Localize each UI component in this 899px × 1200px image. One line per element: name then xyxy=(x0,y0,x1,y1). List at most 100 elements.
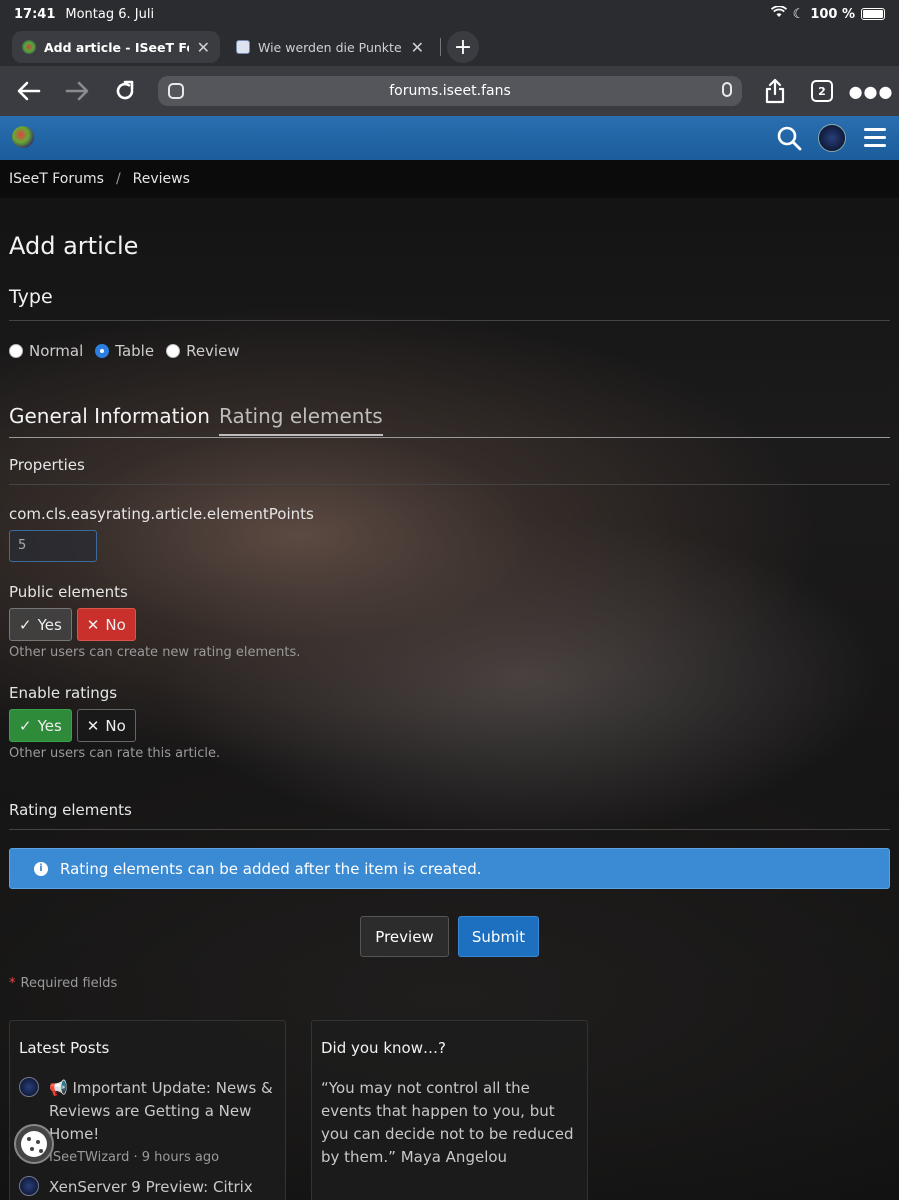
radio-button[interactable] xyxy=(95,344,110,358)
avatar[interactable] xyxy=(19,1077,39,1097)
button-label: No xyxy=(105,716,126,735)
public-elements-toggle: ✓ Yes ✕ No xyxy=(9,608,136,641)
status-date: Montag 6. Juli xyxy=(65,6,155,22)
browser-tab-strip: Add article - ISeeT Foru ✕ Wie werden di… xyxy=(0,28,899,66)
browser-tab-2[interactable]: Wie werden die Punkte ✕ xyxy=(226,31,434,63)
type-option-normal[interactable]: Normal xyxy=(9,342,83,360)
widget-title: Latest Posts xyxy=(19,1039,110,1057)
plus-icon: + xyxy=(453,34,473,60)
cookie-consent-button[interactable] xyxy=(14,1124,54,1164)
list-item[interactable]: 📢 Important Update: News & Reviews are G… xyxy=(19,1077,279,1169)
post-title[interactable]: XenServer 9 Preview: Citrix xyxy=(49,1176,279,1199)
reload-button[interactable] xyxy=(110,76,140,106)
microphone-icon[interactable] xyxy=(722,82,732,97)
rating-elements-header: Rating elements xyxy=(9,801,132,819)
quote-text: “You may not control all the events that… xyxy=(321,1079,574,1166)
list-item[interactable]: XenServer 9 Preview: Citrix xyxy=(19,1176,279,1199)
public-elements-label: Public elements xyxy=(9,583,128,601)
post-title[interactable]: 📢 Important Update: News & Reviews are G… xyxy=(49,1077,279,1146)
status-time: 17:41 xyxy=(14,6,56,22)
search-icon xyxy=(777,126,802,151)
site-favicon-icon xyxy=(22,40,36,54)
close-icon: ✕ xyxy=(86,716,100,735)
more-button[interactable]: ●●● xyxy=(849,76,893,106)
public-elements-hint: Other users can create new rating elemen… xyxy=(9,645,301,660)
user-avatar[interactable] xyxy=(818,124,846,152)
radio-label: Normal xyxy=(29,342,84,360)
button-label: Yes xyxy=(37,716,62,735)
enable-ratings-label: Enable ratings xyxy=(9,684,118,702)
tab-overview-button[interactable]: 2 xyxy=(811,80,833,102)
address-bar[interactable]: forums.iseet.fans xyxy=(158,76,742,106)
forward-button[interactable] xyxy=(62,76,92,106)
moon-icon: ☾ xyxy=(792,6,805,22)
required-text: Required fields xyxy=(20,976,118,991)
radio-label: Table xyxy=(115,342,155,360)
search-button[interactable] xyxy=(776,125,802,151)
battery-icon xyxy=(861,8,885,20)
info-icon: i xyxy=(34,861,48,876)
radio-button[interactable] xyxy=(166,344,181,358)
browser-tab-title: Wie werden die Punkte xyxy=(258,39,402,55)
page-title: Add article xyxy=(9,232,139,260)
enable-ratings-yes-button[interactable]: ✓ Yes xyxy=(9,709,72,742)
new-tab-button[interactable]: + xyxy=(447,31,479,63)
submit-button[interactable]: Submit xyxy=(458,916,539,957)
enable-ratings-hint: Other users can rate this article. xyxy=(9,746,221,761)
breadcrumb-forums[interactable]: ISeeT Forums xyxy=(9,171,104,187)
battery-percent: 100 % xyxy=(810,6,855,22)
tab-divider xyxy=(440,38,441,56)
button-label: No xyxy=(105,615,126,634)
public-elements-yes-button[interactable]: ✓ Yes xyxy=(9,608,72,641)
enable-ratings-no-button[interactable]: ✕ No xyxy=(76,709,136,742)
tab-general-information[interactable]: General Information xyxy=(9,404,210,428)
element-points-input[interactable]: 5 xyxy=(9,530,97,562)
site-logo[interactable] xyxy=(12,126,34,148)
status-right: ☾ 100 % xyxy=(770,5,885,22)
hamburger-menu-icon[interactable] xyxy=(864,128,886,148)
close-tab-icon[interactable]: ✕ xyxy=(197,38,210,57)
info-message: i Rating elements can be added after the… xyxy=(9,848,890,889)
page-settings-icon[interactable] xyxy=(168,83,184,99)
type-option-review[interactable]: Review xyxy=(166,342,240,360)
post-author[interactable]: ISeeTWizard xyxy=(49,1150,129,1165)
back-button[interactable] xyxy=(14,76,44,106)
cookie-icon xyxy=(21,1131,47,1157)
required-fields-note: * Required fields xyxy=(9,976,117,991)
browser-tab-title: Add article - ISeeT Foru xyxy=(44,39,189,55)
properties-header: Properties xyxy=(9,456,85,474)
browser-tab-1[interactable]: Add article - ISeeT Foru ✕ xyxy=(12,31,220,63)
did-you-know-widget: Did you know…? “You may not control all … xyxy=(311,1020,588,1200)
tab-rating-elements[interactable]: Rating elements xyxy=(219,404,383,436)
element-points-label: com.cls.easyrating.article.elementPoints xyxy=(9,505,314,523)
avatar[interactable] xyxy=(19,1176,39,1196)
breadcrumb-reviews[interactable]: Reviews xyxy=(133,171,190,187)
check-icon: ✓ xyxy=(19,615,32,634)
type-option-table[interactable]: Table xyxy=(95,342,154,360)
check-icon: ✓ xyxy=(19,716,32,735)
close-icon: ✕ xyxy=(86,615,100,634)
radio-button[interactable] xyxy=(9,344,23,358)
post-time: 9 hours ago xyxy=(141,1150,220,1165)
share-button[interactable] xyxy=(760,76,790,106)
button-label: Yes xyxy=(37,615,62,634)
close-tab-icon[interactable]: ✕ xyxy=(411,38,424,57)
latest-posts-widget: Latest Posts 📢 Important Update: News & … xyxy=(9,1020,286,1200)
arrow-right-icon xyxy=(65,81,89,101)
type-section-title: Type xyxy=(9,286,53,308)
public-elements-no-button[interactable]: ✕ No xyxy=(76,608,136,641)
site-header xyxy=(0,116,899,160)
status-bar: 17:41 Montag 6. Juli ☾ 100 % xyxy=(0,0,899,28)
site-favicon-icon xyxy=(236,40,250,54)
breadcrumb: ISeeT Forums / Reviews xyxy=(0,160,899,198)
preview-button[interactable]: Preview xyxy=(360,916,449,957)
arrow-left-icon xyxy=(17,81,41,101)
share-icon xyxy=(765,78,785,104)
divider xyxy=(9,829,890,830)
url-text: forums.iseet.fans xyxy=(389,83,511,99)
widget-title: Did you know…? xyxy=(321,1039,446,1057)
reload-icon xyxy=(116,80,134,100)
enable-ratings-toggle: ✓ Yes ✕ No xyxy=(9,709,136,742)
more-dots-icon: ●●● xyxy=(848,81,894,101)
divider xyxy=(9,320,890,321)
